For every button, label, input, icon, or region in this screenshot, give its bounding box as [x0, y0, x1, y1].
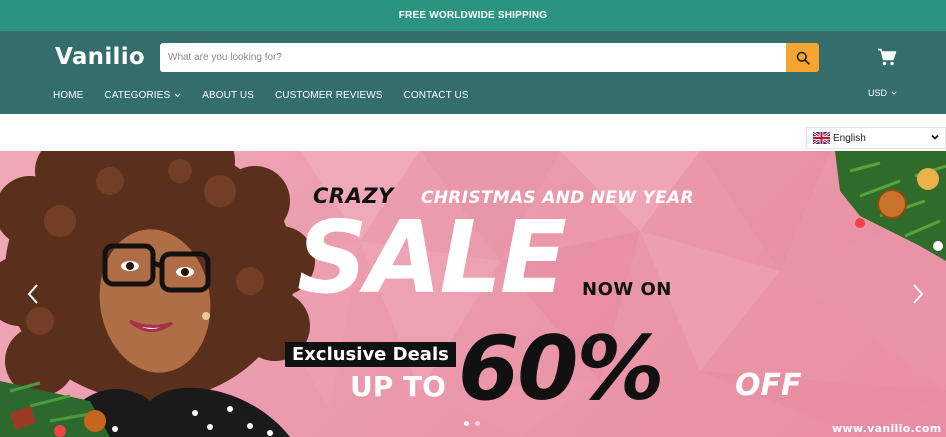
chevron-left-icon[interactable]	[26, 283, 40, 305]
slider-dots	[464, 421, 480, 426]
chevron-down-icon	[174, 93, 181, 98]
hero-exclusive-deals: Exclusive Deals	[285, 342, 456, 367]
christmas-decoration	[835, 151, 946, 261]
hero-sale: SALE	[297, 199, 567, 316]
chevron-down-icon	[931, 134, 939, 140]
search-bar	[160, 43, 819, 72]
announcement-bar: FREE WORLDWIDE SHIPPING	[0, 0, 946, 31]
slider-dot[interactable]	[464, 421, 469, 426]
hero-percent: 60%	[458, 317, 665, 420]
announcement-text: FREE WORLDWIDE SHIPPING	[398, 10, 548, 21]
nav-label: HOME	[53, 90, 84, 101]
hero-now-on: NOW ON	[582, 279, 672, 300]
search-button[interactable]	[786, 43, 819, 72]
site-header: Vanilio HOME CATEGORIES ABOUT US CUSTOME…	[0, 31, 946, 114]
nav-about-us[interactable]: ABOUT US	[202, 90, 254, 101]
model-photo	[0, 151, 315, 437]
nav-label: CUSTOMER REVIEWS	[274, 90, 383, 101]
cart-icon[interactable]	[877, 48, 897, 66]
chevron-down-icon	[891, 91, 897, 95]
nav-home[interactable]: HOME	[53, 90, 83, 101]
nav-customer-reviews[interactable]: CUSTOMER REVIEWS	[275, 90, 383, 101]
hero-banner[interactable]: CRAZY CHRISTMAS AND NEW YEAR SALE NOW ON…	[0, 151, 946, 437]
hero-up-to: UP TO	[350, 370, 446, 403]
hero-off: OFF	[735, 368, 802, 403]
hero-url: www.vanilio.com	[832, 422, 942, 435]
main-nav: HOME CATEGORIES ABOUT US CUSTOMER REVIEW…	[53, 90, 490, 101]
language-selector[interactable]: English	[806, 127, 946, 149]
nav-categories[interactable]: CATEGORIES	[104, 90, 181, 101]
nav-label: CONTACT US	[403, 90, 469, 101]
currency-label: USD	[868, 88, 888, 98]
logo[interactable]: Vanilio	[55, 44, 145, 70]
currency-selector[interactable]: USD	[868, 88, 897, 98]
slider-dot[interactable]	[475, 421, 480, 426]
nav-label: CATEGORIES	[104, 90, 171, 101]
nav-label: ABOUT US	[202, 90, 254, 101]
search-icon	[796, 51, 810, 65]
search-input[interactable]	[160, 43, 786, 72]
language-label: English	[833, 132, 866, 144]
nav-contact-us[interactable]: CONTACT US	[404, 90, 469, 101]
chevron-right-icon[interactable]	[911, 283, 925, 305]
uk-flag-icon	[813, 132, 830, 144]
